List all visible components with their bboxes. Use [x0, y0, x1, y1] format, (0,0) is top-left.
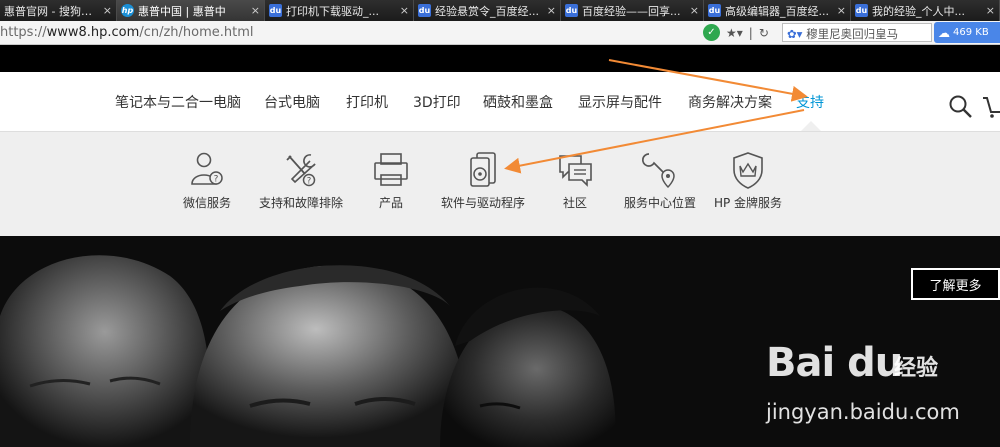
browser-tab[interactable]: du 百度经验——回享... ×: [561, 0, 704, 21]
svg-text:?: ?: [307, 177, 312, 187]
nav-item-3d-printing[interactable]: 3D打印: [413, 92, 461, 112]
submenu-label: 产品: [378, 196, 404, 210]
submenu-troubleshooting[interactable]: ? 支持和故障排除: [256, 132, 346, 236]
baidu-paw-icon: du: [565, 4, 578, 17]
browser-tab[interactable]: du 我的经验_个人中... ×: [851, 0, 1000, 21]
tab-close-icon[interactable]: ×: [690, 4, 699, 17]
tools-question-icon: ?: [286, 154, 316, 187]
browser-tab[interactable]: du 高级编辑器_百度经... ×: [704, 0, 851, 21]
nav-item-printers[interactable]: 打印机: [346, 92, 388, 112]
user-question-icon: ?: [191, 152, 223, 185]
address-bar-icons: ✓ ★▾ | ↻: [703, 24, 769, 41]
hero-banner: 了解更多: [0, 236, 1000, 447]
tab-close-icon[interactable]: ×: [103, 4, 112, 17]
tab-close-icon[interactable]: ×: [837, 4, 846, 17]
submenu-label: 服务中心位置: [623, 196, 697, 210]
security-shield-icon[interactable]: ✓: [703, 24, 720, 41]
nav-item-ink-toner[interactable]: 硒鼓和墨盒: [483, 92, 553, 112]
tab-title: 高级编辑器_百度经...: [725, 4, 829, 18]
submenu-label: 软件与驱动程序: [440, 196, 526, 210]
url-field[interactable]: https://www8.hp.com/cn/zh/home.html: [0, 25, 254, 40]
url-host: www8.hp.com: [46, 25, 140, 40]
hp-logo-icon: hp: [121, 4, 134, 17]
nav-item-laptops[interactable]: 笔记本与二合一电脑: [115, 92, 241, 112]
submenu-software-drivers[interactable]: 软件与驱动程序: [439, 132, 527, 236]
submenu-wechat-service[interactable]: ? 微信服务: [175, 132, 239, 236]
speed-text: 469 KB: [953, 27, 989, 38]
tab-title: 打印机下载驱动_...: [286, 4, 379, 18]
browser-tab[interactable]: du 打印机下载驱动_... ×: [265, 0, 414, 21]
address-bar: https://www8.hp.com/cn/zh/home.html ✓ ★▾…: [0, 21, 1000, 45]
refresh-icon[interactable]: ↻: [759, 26, 769, 40]
submenu-label: 微信服务: [182, 196, 232, 210]
tab-title: 我的经验_个人中...: [872, 4, 965, 18]
speed-badge: ☁ 469 KB: [934, 22, 1000, 43]
hero-photo: [0, 236, 1000, 447]
browser-tab[interactable]: 惠普官网 - 搜狗搜索 ×: [0, 0, 117, 21]
baidu-paw-icon: ✿▾: [787, 27, 803, 41]
tab-title: 百度经验——回享...: [582, 4, 681, 18]
tab-close-icon[interactable]: ×: [400, 4, 409, 17]
search-placeholder: 穆里尼奥回归皇马: [806, 27, 899, 41]
baidu-paw-icon: du: [708, 4, 721, 17]
nav-item-desktops[interactable]: 台式电脑: [264, 92, 320, 112]
tab-close-icon[interactable]: ×: [986, 4, 995, 17]
nav-item-support[interactable]: 支持: [796, 92, 824, 112]
nav-item-business[interactable]: 商务解决方案: [688, 92, 772, 112]
submenu-hp-gold-service[interactable]: HP 金牌服务: [713, 132, 783, 236]
tab-title: 经验悬赏令_百度经...: [435, 4, 539, 18]
chat-bubbles-icon: [559, 155, 592, 187]
search-input[interactable]: ✿▾ 穆里尼奥回归皇马: [782, 23, 932, 42]
learn-more-button[interactable]: 了解更多: [911, 268, 1000, 300]
svg-text:?: ?: [214, 175, 219, 185]
tab-close-icon[interactable]: ×: [547, 4, 556, 17]
baidu-paw-icon: du: [269, 4, 282, 17]
baidu-paw-icon: du: [855, 4, 868, 17]
cloud-icon: ☁: [938, 25, 950, 40]
browser-tab-active[interactable]: hp 惠普中国 | 惠普中 ×: [117, 0, 265, 21]
cart-icon[interactable]: [982, 94, 1000, 120]
browser-tab[interactable]: du 经验悬赏令_百度经... ×: [414, 0, 561, 21]
tab-close-icon[interactable]: ×: [251, 4, 260, 17]
submenu-community[interactable]: 社区: [552, 132, 598, 236]
star-icon[interactable]: ★▾: [726, 26, 743, 40]
printer-icon: [374, 153, 408, 186]
search-icon[interactable]: [948, 94, 974, 120]
browser-tab-strip: 惠普官网 - 搜狗搜索 × hp 惠普中国 | 惠普中 × du 打印机下载驱动…: [0, 0, 1000, 21]
tab-title: 惠普官网 - 搜狗搜索: [4, 4, 97, 18]
url-path: /cn/zh/home.html: [139, 25, 254, 40]
divider: |: [748, 25, 753, 40]
shield-crown-icon: [733, 152, 763, 189]
main-nav: 笔记本与二合一电脑 台式电脑 打印机 3D打印 硒鼓和墨盒 显示屏与配件 商务解…: [0, 72, 1000, 132]
top-black-strip: [0, 46, 1000, 72]
submenu-label: 支持和故障排除: [258, 196, 344, 210]
tab-title: 惠普中国 | 惠普中: [138, 4, 226, 18]
submenu-label: HP 金牌服务: [713, 196, 783, 210]
nav-item-displays[interactable]: 显示屏与配件: [578, 92, 662, 112]
screenshot: 惠普官网 - 搜狗搜索 × hp 惠普中国 | 惠普中 × du 打印机下载驱动…: [0, 0, 1000, 447]
support-submenu: ? 微信服务 ? 支持和故障排除 产品 软件与驱动程序 社区 服务中心位置 HP…: [0, 132, 1000, 236]
active-nav-caret: [801, 121, 821, 131]
submenu-products[interactable]: 产品: [368, 132, 414, 236]
url-scheme: https://: [0, 25, 47, 40]
hp-site: 笔记本与二合一电脑 台式电脑 打印机 3D打印 硒鼓和墨盒 显示屏与配件 商务解…: [0, 46, 1000, 447]
wrench-location-icon: [641, 153, 675, 189]
submenu-label: 社区: [562, 196, 588, 210]
baidu-paw-icon: du: [418, 4, 431, 17]
submenu-service-locations[interactable]: 服务中心位置: [622, 132, 698, 236]
disc-driver-icon: [470, 152, 496, 187]
